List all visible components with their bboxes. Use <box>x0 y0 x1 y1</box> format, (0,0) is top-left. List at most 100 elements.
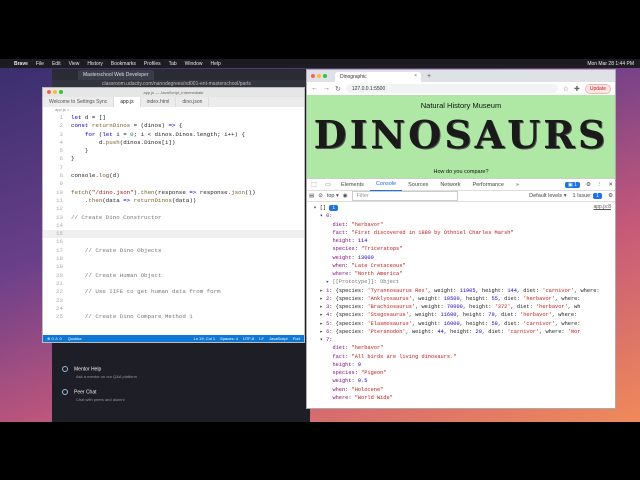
extensions-icon[interactable]: ✚ <box>574 85 580 93</box>
console-output[interactable]: app.js:8 ▾ [] i ▾ 0: diet: "herbavor" fa… <box>307 202 615 402</box>
maximize-icon[interactable] <box>59 90 63 94</box>
url-text: 127.0.0.1:5500 <box>351 86 386 92</box>
code-line: 13// Create Dino Constructor <box>56 213 162 221</box>
encoding[interactable]: UTF-8 <box>243 336 254 341</box>
tab-dinographic[interactable]: Dinographic × <box>335 72 421 82</box>
sidebar-toggle-icon[interactable]: ▤ <box>309 193 314 199</box>
code-line: 16 <box>56 238 63 246</box>
kebab-menu-icon[interactable]: ⋮ <box>597 182 603 188</box>
line-ending[interactable]: LF <box>259 336 264 341</box>
bg-tab[interactable]: Masterschool Web Developer <box>78 69 154 80</box>
peer-chat-icon <box>62 389 68 395</box>
maximize-icon[interactable] <box>323 74 327 78</box>
context-select[interactable]: top ▾ <box>327 193 339 199</box>
console-settings-icon[interactable]: ⚙ <box>608 193 613 199</box>
cursor-position[interactable]: Ln 19, Col 1 <box>194 336 216 341</box>
tab-network[interactable]: Network <box>434 179 466 191</box>
tab-sources[interactable]: Sources <box>402 179 434 191</box>
console-line[interactable]: ▾ 0: <box>307 212 615 220</box>
tab-console[interactable]: Console <box>369 178 403 192</box>
console-line: when: "Holocene" <box>332 386 384 393</box>
device-toolbar-icon[interactable]: ▭ <box>321 181 335 188</box>
indentation[interactable]: Spaces: 4 <box>220 336 238 341</box>
console-line[interactable]: ▸ [[Prototype]]: Object <box>307 278 615 286</box>
tab-app-js[interactable]: app.js <box>114 97 141 107</box>
breadcrumb[interactable]: app.js > ... <box>43 107 304 114</box>
port-status[interactable]: Port <box>293 336 300 341</box>
issues-link[interactable]: 1 Issue: 1 <box>572 193 603 199</box>
language-mode[interactable]: JavaScript <box>269 336 288 341</box>
live-expression-eye-icon[interactable]: ◉ <box>343 193 348 199</box>
console-line: weight: 13000 <box>332 254 374 261</box>
code-editor[interactable]: 1 let d = [] 2 const returnDinos = (dinos)… <box>43 114 304 336</box>
close-icon[interactable] <box>47 90 51 94</box>
tab-title: Dinographic <box>340 74 367 80</box>
status-bar: ⊗ 0 ⚠ 0 Quokka Ln 19, Col 1 Spaces: 4 UT… <box>43 335 304 342</box>
mentor-help-item[interactable]: Mentor Help Ask a mentor on our Q&A plat… <box>62 366 172 379</box>
minimize-icon[interactable] <box>317 74 321 78</box>
forward-icon[interactable]: → <box>323 85 330 92</box>
console-line[interactable]: ▸ 3: {species: 'Brachiosaurus', weight: … <box>307 303 615 311</box>
log-levels-value: Default levels <box>529 193 563 199</box>
chrome-window[interactable]: Dinographic × + ← → ↻ 127.0.0.1:5500 ☆ ✚… <box>306 69 616 409</box>
console-line[interactable]: ▸ 2: {species: 'Anklyosaurus', weight: 1… <box>307 295 615 303</box>
peer-chat-item[interactable]: Peer Chat Chat with peers and alumni <box>62 389 172 402</box>
update-button[interactable]: Update <box>584 83 611 94</box>
address-bar[interactable]: 127.0.0.1:5500 <box>345 84 558 93</box>
mentor-help-icon <box>62 366 68 372</box>
vscode-window[interactable]: app.js — JavaScript_Intermediate Welcome… <box>42 87 305 343</box>
menu-tab[interactable]: Tab <box>169 61 177 67</box>
code-line: 10 fetch("/dino.json").then(response => r… <box>56 188 256 196</box>
source-link[interactable]: app.js:8 <box>593 204 611 210</box>
reload-icon[interactable]: ↻ <box>335 85 341 93</box>
more-tabs-icon[interactable]: » <box>510 179 525 191</box>
tab-index-html[interactable]: index.html <box>141 97 177 107</box>
menu-history[interactable]: History <box>87 61 103 67</box>
vscode-titlebar: app.js — JavaScript_Intermediate <box>43 88 304 97</box>
console-line[interactable]: ▾ 7: <box>307 336 615 344</box>
code-line: 3 for (let i = 0; i < dinos.Dinos.length… <box>59 130 245 138</box>
menu-app-name[interactable]: Brave <box>14 61 28 67</box>
clock[interactable]: Mon Mar 28 1:44 PM <box>587 61 634 67</box>
star-icon[interactable]: ☆ <box>563 85 569 93</box>
back-icon[interactable]: ← <box>311 85 318 92</box>
log-levels-select[interactable]: Default levels ▾ <box>529 193 566 199</box>
tab-performance[interactable]: Performance <box>466 179 510 191</box>
console-line: fact: "First discovered in 1889 by Othni… <box>332 229 514 236</box>
tab-dino-json[interactable]: dino.json <box>176 97 210 107</box>
issues-badge[interactable]: ▣ 1 <box>565 181 580 188</box>
problems-count[interactable]: ⊗ 0 ⚠ 0 <box>47 336 62 341</box>
menu-file[interactable]: File <box>36 61 44 67</box>
console-line[interactable]: ▸ 5: {species: 'Elasmosaurus', weight: 1… <box>307 320 615 328</box>
inspect-icon[interactable]: ⬚ <box>307 181 321 188</box>
menu-window[interactable]: Window <box>185 61 203 67</box>
console-line[interactable]: ▸ 1: {species: 'Tyrannosaurus Rex', weig… <box>307 287 615 295</box>
filter-input[interactable]: Filter <box>351 191 458 201</box>
close-devtools-icon[interactable]: ✕ <box>608 182 613 188</box>
settings-gear-icon[interactable]: ⚙ <box>586 182 591 188</box>
menu-view[interactable]: View <box>69 61 80 67</box>
menu-profiles[interactable]: Profiles <box>144 61 161 67</box>
quokka-status[interactable]: Quokka <box>68 336 82 341</box>
code-line: 20 // Create Human Object <box>56 271 162 279</box>
issue-count-badge: 1 <box>593 193 603 199</box>
console-line[interactable]: ▾ [] i <box>307 204 615 212</box>
minimize-icon[interactable] <box>53 90 57 94</box>
menu-help[interactable]: Help <box>210 61 220 67</box>
menu-bar: Brave File Edit View History Bookmarks P… <box>0 59 640 68</box>
tab-elements[interactable]: Elements <box>335 179 370 191</box>
code-line: 2 const returnDinos = (dinos) => { <box>59 122 183 130</box>
close-icon[interactable] <box>311 74 315 78</box>
code-line: 5 } <box>59 147 89 155</box>
console-line[interactable]: ▸ 4: {species: 'Stegosaurus', weight: 11… <box>307 311 615 319</box>
tab-settings-sync[interactable]: Welcome to Settings Sync <box>43 97 115 107</box>
menu-edit[interactable]: Edit <box>52 61 61 67</box>
clear-console-icon[interactable]: ⊘ <box>318 193 323 199</box>
code-line: 15 <box>43 230 304 239</box>
close-tab-icon[interactable]: × <box>414 73 417 79</box>
devtools-panel[interactable]: ⬚ ▭ Elements Console Sources Network Per… <box>307 178 615 408</box>
console-line[interactable]: ▸ 6: {species: 'Pteranodon', weight: 44,… <box>307 328 615 336</box>
console-line: where: "North America" <box>332 271 403 277</box>
new-tab-icon[interactable]: + <box>427 73 431 80</box>
menu-bookmarks[interactable]: Bookmarks <box>111 61 136 67</box>
